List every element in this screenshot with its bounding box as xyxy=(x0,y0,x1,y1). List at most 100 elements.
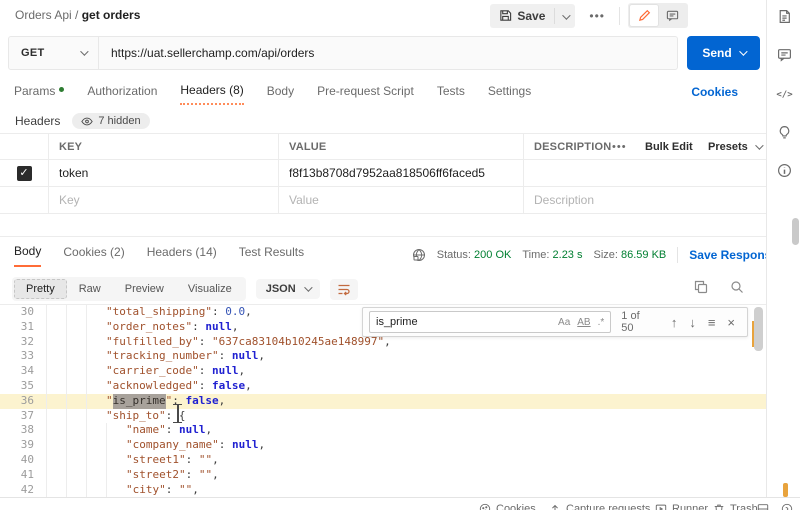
column-description: DESCRIPTION xyxy=(523,134,611,159)
runner-button[interactable]: Runner xyxy=(655,503,708,510)
code-line: 42 "city": "", xyxy=(0,482,766,497)
regex-toggle[interactable]: .* xyxy=(598,317,605,328)
line-number: 39 xyxy=(20,438,34,452)
status-badge: Status: 200 OK xyxy=(436,249,512,261)
breadcrumb-collection[interactable]: Orders Api xyxy=(15,8,72,22)
breadcrumb-request: get orders xyxy=(81,8,141,22)
layout-icon xyxy=(757,503,769,510)
save-label: Save xyxy=(517,8,546,23)
response-tab-cookies[interactable]: Cookies (2) xyxy=(63,245,124,266)
more-options-button[interactable]: ••• xyxy=(583,9,611,23)
code-line: 33 "tracking_number": null, xyxy=(0,349,766,365)
description-input[interactable]: Description xyxy=(523,187,600,213)
documentation-icon[interactable] xyxy=(776,8,793,25)
save-button[interactable]: Save xyxy=(490,9,554,23)
tab-params[interactable]: Params xyxy=(14,84,65,104)
tab-pre-request-script[interactable]: Pre-request Script xyxy=(317,84,414,104)
table-row: ✓ token f8f13b8708d7952aa818506ff6faced5 xyxy=(0,160,766,187)
header-description-cell[interactable] xyxy=(523,160,600,186)
view-pretty[interactable]: Pretty xyxy=(14,279,67,299)
response-body-viewer[interactable]: 30 "total_shipping": 0.0, 31 "order_notes":… xyxy=(0,304,766,497)
match-case-toggle[interactable]: Aa xyxy=(558,317,570,328)
runner-icon xyxy=(655,503,667,510)
find-next-button[interactable]: ↓ xyxy=(689,315,696,330)
header-more-button[interactable]: ••• xyxy=(612,134,627,159)
search-icon[interactable] xyxy=(730,280,744,294)
edit-comment-toggle xyxy=(628,3,688,28)
comment-mode-button[interactable] xyxy=(658,5,686,26)
key-input[interactable]: Key xyxy=(48,187,278,213)
line-number: 30 xyxy=(20,305,34,318)
url-input[interactable]: https://uat.sellerchamp.com/api/orders xyxy=(99,46,314,60)
help-icon xyxy=(781,503,793,510)
copy-icon[interactable] xyxy=(694,280,708,294)
chevron-down-icon xyxy=(754,140,764,150)
save-dropdown-button[interactable] xyxy=(555,7,575,25)
send-dropdown-icon[interactable] xyxy=(738,47,748,56)
method-selector[interactable]: GET xyxy=(9,37,99,69)
two-pane-view-button[interactable] xyxy=(757,503,769,510)
value-input[interactable]: Value xyxy=(278,187,523,213)
size-badge: Size: 86.59 KB xyxy=(593,249,667,261)
find-close-button[interactable]: × xyxy=(727,315,735,330)
sidebar-scrollbar-thumb[interactable] xyxy=(792,218,799,245)
tab-settings[interactable]: Settings xyxy=(488,84,531,104)
view-visualize[interactable]: Visualize xyxy=(176,279,244,299)
line-number: 40 xyxy=(20,452,34,466)
line-number: 36 xyxy=(20,393,34,407)
tab-headers[interactable]: Headers (8) xyxy=(180,83,244,105)
response-tab-body[interactable]: Body xyxy=(14,244,42,267)
chevron-down-icon xyxy=(80,47,89,56)
view-preview[interactable]: Preview xyxy=(113,279,176,299)
hidden-headers-toggle[interactable]: 7 hidden xyxy=(72,113,150,129)
code-scrollbar-thumb[interactable] xyxy=(754,307,763,351)
code-line: 38 "name": null, xyxy=(0,423,766,439)
tab-authorization[interactable]: Authorization xyxy=(87,84,157,104)
cookies-statusbar-button[interactable]: Cookies xyxy=(479,503,536,510)
code-line: 36 " is_prime ": false, xyxy=(0,393,766,409)
headers-table: KEY VALUE DESCRIPTION ••• Bulk Edit Pres… xyxy=(0,133,766,214)
line-number: 31 xyxy=(20,319,34,333)
trash-button[interactable]: Trash xyxy=(713,503,758,510)
line-number: 32 xyxy=(20,334,34,348)
tab-body[interactable]: Body xyxy=(267,84,294,104)
line-number: 37 xyxy=(20,408,34,422)
header-key-cell[interactable]: token xyxy=(48,160,278,186)
response-tab-test-results[interactable]: Test Results xyxy=(239,245,304,266)
find-input[interactable]: is_prime Aa AB .* xyxy=(369,311,612,333)
find-widget: is_prime Aa AB .* 1 of 50 ↑ ↓ ≡ × xyxy=(362,307,748,337)
column-value: VALUE xyxy=(278,134,523,159)
eye-icon xyxy=(81,117,94,126)
code-snippet-icon[interactable]: </> xyxy=(776,86,793,103)
capture-requests-button[interactable]: Capture requests xyxy=(549,503,650,510)
network-icon[interactable] xyxy=(412,248,426,262)
cookies-link[interactable]: Cookies xyxy=(691,85,738,99)
row-checkbox[interactable]: ✓ xyxy=(16,165,32,181)
tab-tests[interactable]: Tests xyxy=(437,84,465,104)
column-key: KEY xyxy=(48,134,278,159)
header-value-cell[interactable]: f8f13b8708d7952aa818506ff6faced5 xyxy=(278,160,523,186)
lightbulb-icon[interactable] xyxy=(776,124,793,141)
help-button[interactable] xyxy=(781,503,793,510)
response-tab-headers[interactable]: Headers (14) xyxy=(147,245,217,266)
edit-mode-button[interactable] xyxy=(630,5,658,26)
find-query: is_prime xyxy=(376,316,418,328)
code-line: 37 "ship_to": { xyxy=(0,408,766,424)
comments-icon[interactable] xyxy=(776,46,793,63)
format-dropdown[interactable]: JSON xyxy=(255,279,320,299)
view-mode-segmented: Pretty Raw Preview Visualize xyxy=(12,277,246,301)
line-number: 34 xyxy=(20,364,34,378)
whole-word-toggle[interactable]: AB xyxy=(577,317,590,328)
bulk-edit-button[interactable]: Bulk Edit xyxy=(645,134,693,159)
wrap-lines-button[interactable] xyxy=(329,278,358,300)
line-number: 38 xyxy=(20,423,34,437)
pencil-icon xyxy=(638,9,651,22)
send-button[interactable]: Send xyxy=(687,36,760,70)
find-menu-button[interactable]: ≡ xyxy=(708,315,716,330)
find-previous-button[interactable]: ↑ xyxy=(671,315,678,330)
info-icon[interactable] xyxy=(776,162,793,179)
presets-dropdown[interactable]: Presets xyxy=(708,134,764,159)
view-raw[interactable]: Raw xyxy=(67,279,113,299)
app-window: Orders Api / get orders Save ••• GET htt… xyxy=(0,0,800,510)
sidebar-scroll-marker xyxy=(783,483,788,497)
